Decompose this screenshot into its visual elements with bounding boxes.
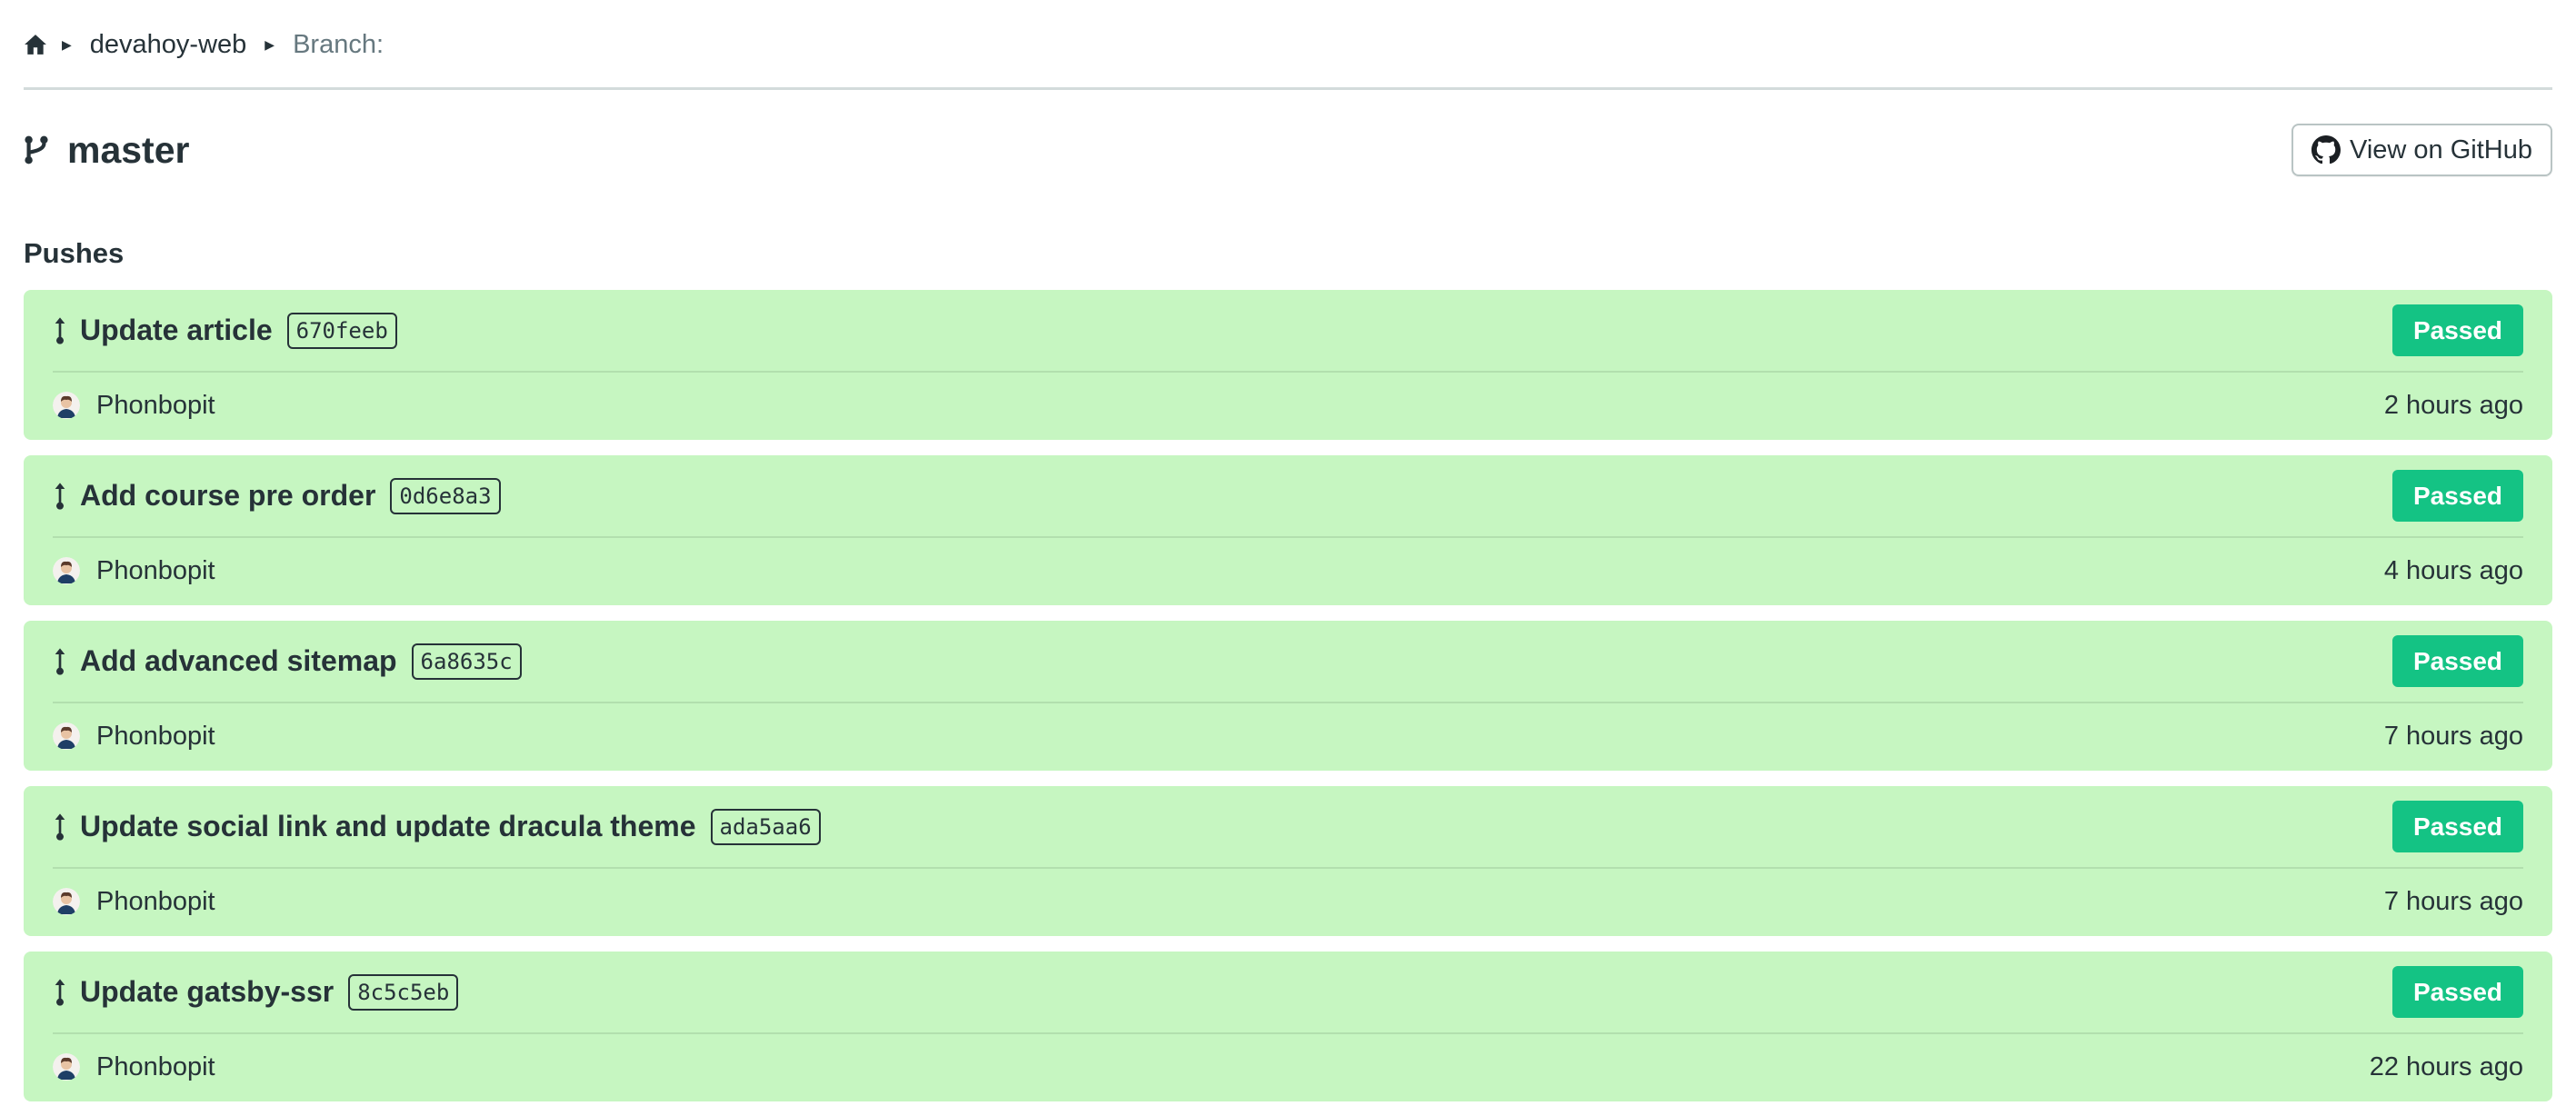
push-title[interactable]: Add course pre order — [80, 479, 375, 513]
view-on-github-button[interactable]: View on GitHub — [2291, 124, 2552, 176]
home-icon[interactable] — [24, 33, 47, 56]
github-icon — [2311, 135, 2341, 164]
avatar — [53, 888, 80, 915]
author-name: Phonbopit — [96, 390, 215, 420]
avatar — [53, 392, 80, 419]
push-card[interactable]: Add course pre order 0d6e8a3 Passed Phon… — [24, 455, 2552, 605]
push-title-group: Update gatsby-ssr 8c5c5eb — [53, 973, 459, 1011]
push-icon — [55, 647, 65, 675]
push-icon — [55, 316, 65, 344]
push-card-header: Update social link and update dracula th… — [53, 786, 2523, 869]
push-title[interactable]: Update gatsby-ssr — [80, 975, 334, 1009]
avatar — [53, 722, 80, 750]
status-badge: Passed — [2392, 801, 2523, 852]
commit-hash: ada5aa6 — [710, 808, 821, 845]
author-name: Phonbopit — [96, 555, 215, 585]
push-title[interactable]: Add advanced sitemap — [80, 644, 397, 678]
push-icon — [55, 812, 65, 841]
title-group: master — [24, 129, 189, 172]
title-row: master View on GitHub — [24, 123, 2552, 177]
push-title[interactable]: Update article — [80, 314, 273, 347]
push-time: 22 hours ago — [2369, 1051, 2523, 1081]
push-card-header: Add course pre order 0d6e8a3 Passed — [53, 455, 2523, 538]
push-card-header: Update gatsby-ssr 8c5c5eb Passed — [53, 952, 2523, 1034]
commit-hash: 0d6e8a3 — [390, 477, 501, 514]
push-author: Phonbopit — [53, 391, 215, 421]
commit-hash: 6a8635c — [411, 643, 522, 680]
push-author: Phonbopit — [53, 556, 215, 586]
page: ▶ devahoy-web ▶ Branch: master View on G… — [0, 0, 2576, 1101]
section-title-pushes: Pushes — [24, 237, 125, 269]
push-title-group: Update social link and update dracula th… — [53, 808, 821, 845]
push-card[interactable]: Add advanced sitemap 6a8635c Passed Phon… — [24, 621, 2552, 771]
status-badge: Passed — [2392, 966, 2523, 1018]
push-time: 7 hours ago — [2383, 721, 2523, 751]
avatar — [53, 557, 80, 584]
push-time: 2 hours ago — [2383, 390, 2523, 420]
breadcrumb-separator-icon: ▶ — [265, 36, 275, 52]
view-on-github-label: View on GitHub — [2350, 135, 2532, 164]
header-divider — [24, 87, 2552, 90]
push-card-footer: Phonbopit 2 hours ago — [53, 373, 2523, 438]
git-branch-icon — [25, 135, 48, 164]
push-author: Phonbopit — [53, 722, 215, 752]
push-author: Phonbopit — [53, 1052, 215, 1082]
push-card-footer: Phonbopit 7 hours ago — [53, 703, 2523, 769]
status-badge: Passed — [2392, 470, 2523, 522]
pushes-list: Update article 670feeb Passed Phonbopit … — [24, 290, 2552, 1101]
author-name: Phonbopit — [96, 721, 215, 751]
page-title: master — [67, 128, 190, 171]
commit-hash: 8c5c5eb — [348, 973, 459, 1011]
avatar — [53, 1053, 80, 1081]
push-card-footer: Phonbopit 7 hours ago — [53, 869, 2523, 934]
author-name: Phonbopit — [96, 886, 215, 916]
author-name: Phonbopit — [96, 1051, 215, 1081]
push-time: 4 hours ago — [2383, 555, 2523, 585]
push-icon — [55, 482, 65, 510]
push-card-header: Add advanced sitemap 6a8635c Passed — [53, 621, 2523, 703]
push-title-group: Add course pre order 0d6e8a3 — [53, 477, 501, 514]
breadcrumb-branch: Branch: — [293, 29, 384, 59]
push-card[interactable]: Update gatsby-ssr 8c5c5eb Passed Phonbop… — [24, 952, 2552, 1101]
push-title[interactable]: Update social link and update dracula th… — [80, 810, 696, 843]
commit-hash: 670feeb — [286, 312, 397, 349]
status-badge: Passed — [2392, 304, 2523, 356]
push-icon — [55, 978, 65, 1006]
push-title-group: Update article 670feeb — [53, 312, 397, 349]
breadcrumb: ▶ devahoy-web ▶ Branch: — [24, 0, 2552, 87]
push-card[interactable]: Update social link and update dracula th… — [24, 786, 2552, 936]
push-card-footer: Phonbopit 22 hours ago — [53, 1034, 2523, 1100]
breadcrumb-repo[interactable]: devahoy-web — [90, 30, 247, 60]
push-title-group: Add advanced sitemap 6a8635c — [53, 643, 522, 680]
breadcrumb-separator-icon: ▶ — [62, 36, 72, 52]
push-time: 7 hours ago — [2383, 886, 2523, 916]
push-card-footer: Phonbopit 4 hours ago — [53, 538, 2523, 603]
push-card[interactable]: Update article 670feeb Passed Phonbopit … — [24, 290, 2552, 440]
push-card-header: Update article 670feeb Passed — [53, 290, 2523, 373]
status-badge: Passed — [2392, 635, 2523, 687]
push-author: Phonbopit — [53, 887, 215, 917]
